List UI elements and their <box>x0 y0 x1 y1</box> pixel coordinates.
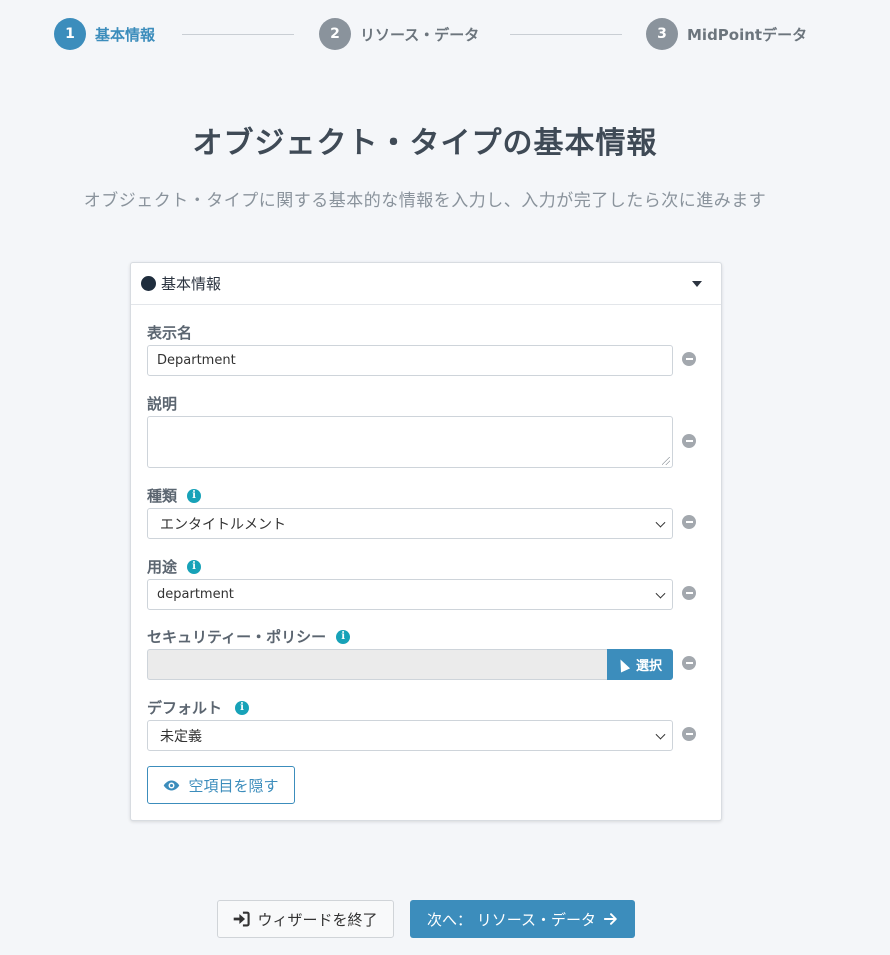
caret-down-icon[interactable] <box>692 281 702 287</box>
panel-title: 基本情報 <box>161 275 222 293</box>
intent-label-text: 用途 <box>147 558 178 576</box>
exit-wizard-button[interactable]: ウィザードを終了 <box>217 900 394 938</box>
arrow-right-icon <box>604 913 617 925</box>
intent-selected-value: department <box>157 587 234 602</box>
step-label: MidPointデータ <box>687 25 808 44</box>
display-name-label: 表示名 <box>147 322 192 343</box>
remove-kind-icon[interactable] <box>682 515 696 529</box>
circle-icon <box>141 276 156 291</box>
description-textarea[interactable] <box>147 416 673 468</box>
default-label-text: デフォルト <box>147 699 223 717</box>
kind-label-text: 種類 <box>147 487 178 505</box>
default-select[interactable]: 未定義 <box>147 720 673 751</box>
chevron-down-icon <box>655 729 666 740</box>
info-icon[interactable]: i <box>187 488 202 503</box>
step-label: リソース・データ <box>360 25 480 44</box>
cursor-icon <box>615 656 631 673</box>
step-connector <box>510 34 622 35</box>
page-subtitle: オブジェクト・タイプに関する基本的な情報を入力し、入力が完了したら次に進みます <box>83 191 767 211</box>
step-number: 2 <box>319 18 351 50</box>
intent-select[interactable]: department <box>147 579 673 610</box>
info-icon[interactable]: i <box>187 559 202 574</box>
kind-select[interactable]: エンタイトルメント <box>147 508 673 539</box>
basic-info-panel: 基本情報 表示名 Department 説明 種類 i エンタイトルメント 用途… <box>130 262 722 821</box>
chevron-down-icon <box>655 517 666 528</box>
step-resource-data[interactable]: 2 リソース・データ <box>319 18 479 50</box>
next-label: 次へ： リソース・データ <box>426 910 597 929</box>
display-name-input[interactable]: Department <box>147 345 673 376</box>
select-security-policy-button[interactable]: 選択 <box>607 649 673 680</box>
sign-in-icon <box>234 911 251 927</box>
remove-default-icon[interactable] <box>682 727 696 741</box>
panel-header[interactable]: 基本情報 <box>131 263 721 305</box>
security-policy-input <box>147 649 607 680</box>
description-label-text: 説明 <box>147 395 178 413</box>
description-label: 説明 <box>147 393 177 414</box>
eye-icon <box>164 780 180 790</box>
resize-grip-icon[interactable] <box>662 457 670 465</box>
intent-label: 用途 i <box>147 556 202 577</box>
kind-label: 種類 i <box>147 485 202 506</box>
kind-selected-value: エンタイトルメント <box>160 516 286 533</box>
step-connector <box>182 34 294 35</box>
step-basic-info[interactable]: 1 基本情報 <box>54 18 155 50</box>
default-selected-value: 未定義 <box>160 728 202 745</box>
remove-intent-icon[interactable] <box>682 586 696 600</box>
wizard-stepper: 1 基本情報 2 リソース・データ 3 MidPointデータ <box>0 18 890 52</box>
select-button-label: 選択 <box>635 659 662 674</box>
page-title: オブジェクト・タイプの基本情報 <box>192 126 658 161</box>
hide-empty-fields-button[interactable]: 空項目を隠す <box>147 766 295 804</box>
info-icon[interactable]: i <box>235 700 250 715</box>
remove-display-name-icon[interactable] <box>682 352 696 366</box>
security-policy-label: セキュリティー・ポリシー i <box>147 626 351 647</box>
security-policy-label-text: セキュリティー・ポリシー <box>147 628 327 646</box>
display-name-label-text: 表示名 <box>147 324 193 342</box>
next-button[interactable]: 次へ： リソース・データ <box>410 900 635 938</box>
step-label: 基本情報 <box>95 25 156 44</box>
exit-wizard-label: ウィザードを終了 <box>257 910 378 929</box>
remove-security-policy-icon[interactable] <box>682 656 696 670</box>
step-midpoint-data[interactable]: 3 MidPointデータ <box>646 18 807 50</box>
step-number: 1 <box>54 18 86 50</box>
step-number: 3 <box>646 18 678 50</box>
default-label: デフォルト i <box>147 697 250 718</box>
info-icon[interactable]: i <box>336 629 351 644</box>
hide-empty-label: 空項目を隠す <box>188 776 279 795</box>
display-name-value: Department <box>157 353 236 368</box>
chevron-down-icon <box>655 588 666 599</box>
remove-description-icon[interactable] <box>682 434 696 448</box>
